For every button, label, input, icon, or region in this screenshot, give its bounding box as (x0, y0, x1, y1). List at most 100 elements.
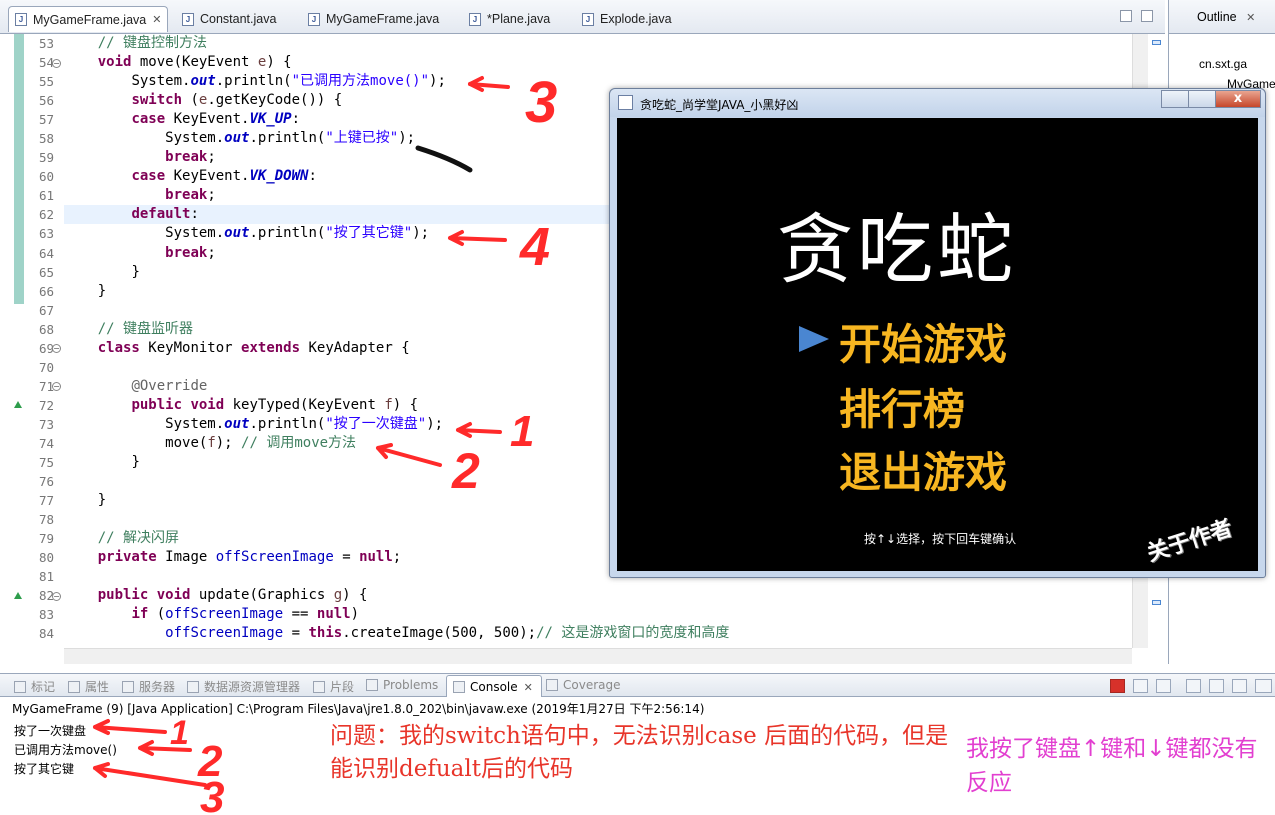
remove-all-icon[interactable] (1156, 679, 1171, 693)
line-number: 56 (38, 93, 54, 109)
editor-tab-bar: J MyGameFrame.java ✕ J Constant.java J M… (0, 0, 1165, 34)
line-number: 57 (38, 112, 54, 128)
tab-data-source-explorer[interactable]: 数据源资源管理器 (187, 678, 300, 695)
tab-label: Explode.java (600, 12, 672, 26)
close-button[interactable]: x (1215, 90, 1261, 108)
code-line-54: void move(KeyEvent e) { (97, 54, 292, 71)
code-line-82: public void update(Graphics g) { (97, 587, 368, 604)
tab-mygameframe-active[interactable]: J MyGameFrame.java ✕ (8, 6, 168, 32)
line-number: 79 (38, 531, 54, 547)
tab-coverage[interactable]: Coverage (546, 678, 621, 692)
menu-selector-arrow-icon (799, 326, 829, 352)
controls-hint: 按↑↓选择，按下回车键确认 (864, 532, 1017, 546)
java-file-icon: J (15, 13, 27, 26)
display-console-icon[interactable] (1255, 679, 1272, 693)
tab-mygameframe[interactable]: J MyGameFrame.java (302, 6, 439, 32)
close-icon[interactable]: ✕ (524, 681, 533, 694)
fold-toggle-icon[interactable]: − (52, 382, 61, 391)
tab-explode[interactable]: J Explode.java (576, 6, 672, 32)
remove-launch-icon[interactable] (1133, 679, 1148, 693)
word-wrap-icon[interactable] (1232, 679, 1247, 693)
console-icon (453, 681, 465, 693)
tab-label: *Plane.java (487, 12, 551, 26)
line-number: 64 (38, 245, 54, 261)
tab-label: MyGameFrame.java (326, 12, 440, 26)
line-number: 77 (38, 493, 54, 509)
coverage-icon (546, 679, 558, 691)
line-number: 60 (38, 169, 54, 185)
line-number: 58 (38, 131, 54, 147)
tab-servers[interactable]: 服务器 (122, 678, 175, 695)
markers-icon (14, 680, 26, 693)
console-line: 按了其它键 (14, 762, 75, 776)
line-number: 72 (38, 397, 54, 413)
line-number: 66 (38, 283, 54, 299)
minimize-icon[interactable] (1161, 90, 1189, 108)
line-number: 67 (38, 302, 54, 318)
terminate-icon[interactable] (1110, 679, 1125, 693)
java-file-icon: J (582, 12, 594, 26)
line-number: 54 (38, 55, 54, 71)
line-number: 74 (38, 435, 54, 451)
java-file-icon: J (308, 12, 320, 26)
tab-label: Constant.java (200, 12, 277, 26)
tab-snippets[interactable]: 片段 (313, 678, 354, 695)
tab-label: 服务器 (139, 680, 176, 694)
overview-marker[interactable] (1152, 600, 1161, 605)
console-line: 已调用方法move() (14, 743, 117, 757)
menu-start-game[interactable]: 开始游戏 (839, 311, 1007, 372)
tab-label: MyGameFrame.java (33, 12, 147, 27)
maximize-icon[interactable] (1188, 90, 1216, 108)
line-number: 59 (38, 150, 54, 166)
menu-exit-game[interactable]: 退出游戏 (839, 439, 1007, 500)
tab-plane[interactable]: J *Plane.java (463, 6, 550, 32)
game-window: 贪吃蛇_尚学堂JAVA_小黑好凶 x 贪吃蛇 开始游戏 排行榜 退出游戏 按↑↓… (609, 88, 1266, 578)
problems-icon (366, 679, 378, 691)
game-window-titlebar[interactable]: 贪吃蛇_尚学堂JAVA_小黑好凶 x (610, 89, 1265, 117)
line-number: 70 (38, 359, 54, 375)
game-canvas[interactable]: 贪吃蛇 开始游戏 排行榜 退出游戏 按↑↓选择，按下回车键确认 关于作者 (617, 118, 1258, 571)
console-process-label: MyGameFrame (9) [Java Application] C:\Pr… (0, 697, 1275, 717)
tab-properties[interactable]: 属性 (68, 678, 109, 695)
tab-label: Problems (383, 678, 439, 692)
fold-toggle-icon[interactable]: − (52, 344, 61, 353)
tab-label: 片段 (330, 680, 355, 694)
clear-console-icon[interactable] (1186, 679, 1201, 693)
line-number: 80 (38, 550, 54, 566)
minimize-icon[interactable] (1120, 10, 1132, 22)
code-line-84: offScreenImage = this.createImage(500, 5… (165, 625, 730, 642)
maximize-icon[interactable] (1141, 10, 1153, 22)
close-icon[interactable]: ✕ (1246, 12, 1255, 24)
line-number: 76 (38, 474, 54, 490)
line-number: 62 (38, 207, 54, 223)
tab-constant[interactable]: J Constant.java (176, 6, 276, 32)
code-line-83: if (offScreenImage == null) (131, 606, 360, 623)
editor-horizontal-scrollbar[interactable] (64, 648, 1132, 664)
menu-leaderboard[interactable]: 排行榜 (839, 376, 965, 437)
outline-header: Outline ✕ (1169, 0, 1275, 34)
java-file-icon: J (182, 12, 194, 26)
outline-item-package[interactable]: cn.sxt.ga (1199, 57, 1247, 71)
line-number: 65 (38, 264, 54, 280)
fold-toggle-icon[interactable]: − (52, 59, 61, 68)
scroll-lock-icon[interactable] (1209, 679, 1224, 693)
line-number: 68 (38, 321, 54, 337)
tab-console[interactable]: Console ✕ (446, 675, 542, 698)
tab-label: 标记 (31, 680, 56, 694)
close-icon[interactable]: ✕ (152, 13, 161, 26)
override-marker-icon (14, 401, 22, 408)
line-number: 83 (38, 607, 54, 623)
game-window-title: 贪吃蛇_尚学堂JAVA_小黑好凶 (640, 98, 799, 112)
line-number: 78 (38, 512, 54, 528)
line-number: 84 (38, 626, 54, 642)
tab-label: Coverage (563, 678, 621, 692)
line-number: 53 (38, 36, 54, 51)
line-number: 71 (38, 378, 54, 394)
about-author[interactable]: 关于作者 (1142, 510, 1236, 568)
overview-marker[interactable] (1152, 40, 1161, 45)
code-line-53: // 键盘控制方法 (97, 35, 208, 51)
tab-markers[interactable]: 标记 (14, 678, 55, 695)
tab-problems[interactable]: Problems (366, 678, 438, 692)
fold-toggle-icon[interactable]: − (52, 592, 61, 601)
servers-icon (122, 680, 134, 693)
